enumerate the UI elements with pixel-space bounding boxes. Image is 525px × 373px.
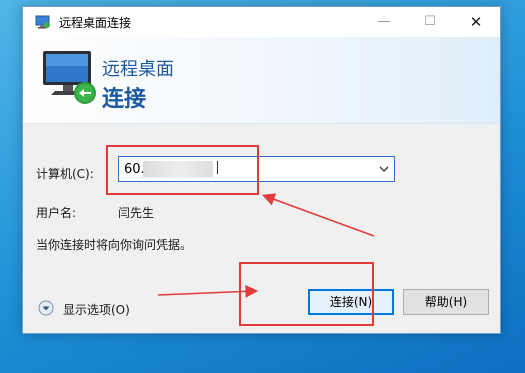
banner-title-line1: 远程桌面 [102,59,174,80]
username-value: 闫先生 [118,206,155,220]
banner-title-line2: 连接 [102,87,147,112]
computer-label: 计算机(C): [36,167,94,181]
chevron-down-icon[interactable] [378,162,390,176]
show-options-label[interactable]: 显示选项(O) [63,301,130,318]
help-button[interactable]: 帮助(H) [403,289,489,315]
annotation-box-computer [106,145,259,195]
annotation-box-connect [239,262,374,326]
title-bar[interactable]: 远程桌面连接 — ☐ ✕ [23,7,500,37]
header-banner: 远程桌面 连接 [23,37,500,124]
maximize-button[interactable]: ☐ [407,7,453,37]
chevron-down-circle-icon[interactable] [38,300,54,316]
window-title: 远程桌面连接 [59,16,132,30]
close-button[interactable]: ✕ [453,7,499,37]
username-label: 用户名: [36,206,77,220]
monitor-connection-icon [43,51,96,104]
minimize-button[interactable]: — [361,7,407,37]
remote-desktop-app-icon [35,15,50,29]
credentials-message: 当你连接时将向你询问凭据。 [36,238,193,252]
